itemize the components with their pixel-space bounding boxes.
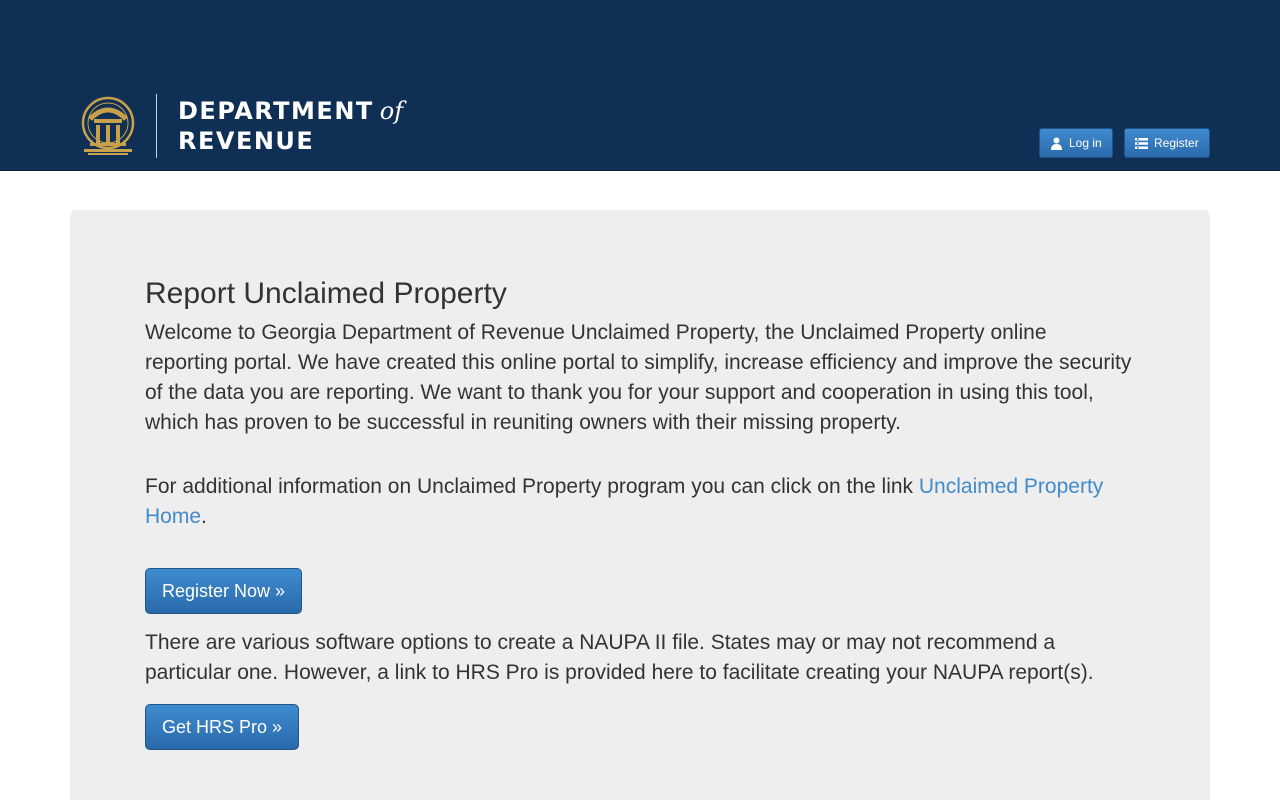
main-content: Report Unclaimed Property Welcome to Geo… — [145, 274, 1135, 750]
software-paragraph: There are various software options to cr… — [145, 631, 1094, 684]
logo-divider — [156, 94, 157, 158]
info-paragraph: For additional information on Unclaimed … — [145, 472, 1135, 532]
login-label: Log in — [1069, 136, 1102, 150]
logo-of: of — [379, 97, 404, 125]
page-title: Report Unclaimed Property — [145, 277, 507, 310]
georgia-seal-icon — [81, 96, 135, 155]
department-logo[interactable]: DEPARTMENT of REVENUE — [80, 94, 403, 158]
register-button[interactable]: Register — [1124, 128, 1210, 158]
info-text-end: . — [201, 505, 207, 528]
logo-line2: REVENUE — [178, 127, 315, 155]
info-text: For additional information on Unclaimed … — [145, 475, 919, 498]
list-icon — [1135, 137, 1148, 149]
site-header: DEPARTMENT of REVENUE Log in Register — [0, 0, 1280, 171]
get-hrs-pro-button[interactable]: Get HRS Pro » — [145, 704, 300, 750]
welcome-paragraph: Welcome to Georgia Department of Revenue… — [145, 321, 1132, 434]
user-icon — [1051, 137, 1062, 150]
main-panel: Report Unclaimed Property Welcome to Geo… — [70, 210, 1210, 800]
logo-wordmark: DEPARTMENT of REVENUE — [178, 96, 403, 156]
register-label: Register — [1154, 136, 1199, 150]
logo-line1: DEPARTMENT — [178, 97, 374, 125]
login-button[interactable]: Log in — [1039, 128, 1113, 158]
register-now-button[interactable]: Register Now » — [145, 568, 303, 614]
